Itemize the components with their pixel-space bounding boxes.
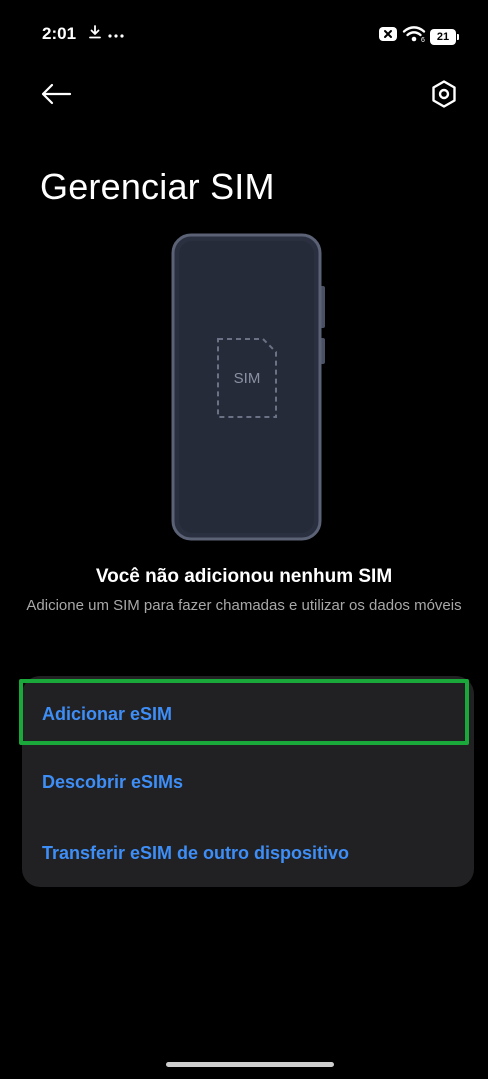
status-time: 2:01	[42, 24, 77, 43]
more-dots-icon	[108, 26, 124, 44]
status-right-icons: 6 21	[378, 25, 459, 48]
settings-button[interactable]	[424, 78, 464, 114]
arrow-left-icon	[40, 83, 72, 110]
home-indicator[interactable]	[166, 1062, 334, 1067]
wifi-icon: 6	[402, 25, 426, 48]
empty-state-subtitle: Adicione um SIM para fazer chamadas e ut…	[26, 597, 462, 614]
no-sim-icon	[378, 26, 398, 47]
empty-state-title: Você não adicionou nenhum SIM	[95, 566, 393, 587]
options-card: Adicionar eSIM Descobrir eSIMs Transferi…	[22, 676, 474, 887]
status-bar: 2:01 6 21	[0, 0, 488, 70]
battery-level: 21	[436, 30, 450, 43]
transfer-esim-button[interactable]: Transferir eSIM de outro dispositivo	[22, 821, 474, 885]
back-button[interactable]	[36, 78, 76, 114]
discover-esims-button[interactable]: Descobrir eSIMs	[22, 750, 474, 814]
download-icon	[88, 24, 102, 45]
phone-illustration: SIM	[168, 232, 328, 542]
status-left-icons	[88, 24, 124, 45]
sim-label: SIM	[233, 370, 261, 387]
page-title: Gerenciar SIM	[40, 166, 275, 208]
add-esim-button[interactable]: Adicionar eSIM	[22, 682, 474, 746]
svg-text:6: 6	[421, 37, 425, 43]
settings-hex-icon	[430, 79, 458, 114]
battery-icon: 21	[430, 28, 459, 45]
